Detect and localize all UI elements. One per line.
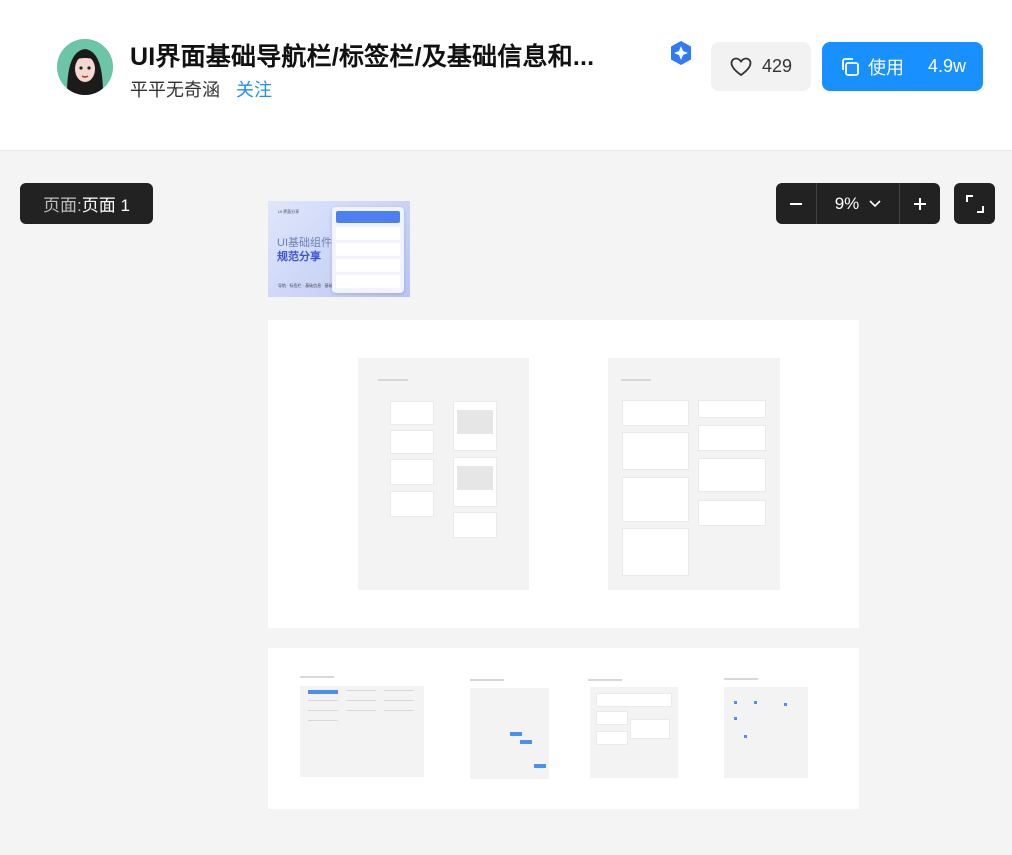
page-title: UI界面基础导航栏/标签栏/及基础信息和... <box>130 43 595 71</box>
artboard-frame[interactable] <box>268 320 859 628</box>
use-count: 4.9w <box>928 56 967 76</box>
expand-icon <box>965 194 984 213</box>
zoom-in-button[interactable] <box>900 183 940 224</box>
artboard-frame[interactable] <box>268 648 859 809</box>
zoom-control: 9% <box>776 183 940 224</box>
cover-tag: UI 界面分享 <box>278 209 300 214</box>
page-prefix: 页面: <box>43 196 82 215</box>
use-button[interactable]: 使用 4.9w <box>822 42 983 91</box>
page-name: 页面 1 <box>81 196 130 215</box>
chevron-down-icon <box>869 199 881 207</box>
artboard-sheet <box>300 686 424 777</box>
plus-icon <box>914 197 926 210</box>
cover-phone-mockup <box>332 207 404 293</box>
zoom-out-button[interactable] <box>776 183 816 224</box>
artboard-sheet <box>470 688 549 779</box>
use-label: 使用 <box>868 57 904 78</box>
artboard-sheet <box>590 687 678 778</box>
copy-icon <box>842 57 859 76</box>
verified-badge-icon <box>668 40 694 66</box>
zoom-level: 9% <box>834 193 860 213</box>
like-button[interactable]: 429 <box>711 42 811 91</box>
zoom-level-dropdown[interactable]: 9% <box>817 194 899 214</box>
avatar[interactable] <box>57 39 113 95</box>
follow-link[interactable]: 关注 <box>236 76 272 102</box>
cover-frame[interactable]: UI 界面分享 UI基础组件 规范分享 导航 · 标签栏 · 基础信息 · 基础… <box>268 201 410 297</box>
header: UI界面基础导航栏/标签栏/及基础信息和... 平平无奇涵 关注 429 使用 … <box>0 0 1012 151</box>
artboard-sheet <box>724 687 808 778</box>
artboard-sheet <box>608 358 780 590</box>
author-name[interactable]: 平平无奇涵 <box>130 76 220 102</box>
cover-line2: 规范分享 <box>277 251 321 263</box>
artboard-sheet <box>358 358 529 590</box>
page-selector[interactable]: 页面: 页面 1 <box>20 183 153 224</box>
heart-icon <box>730 57 752 76</box>
fullscreen-button[interactable] <box>954 183 995 224</box>
like-count: 429 <box>761 56 793 76</box>
minus-icon <box>790 202 802 205</box>
